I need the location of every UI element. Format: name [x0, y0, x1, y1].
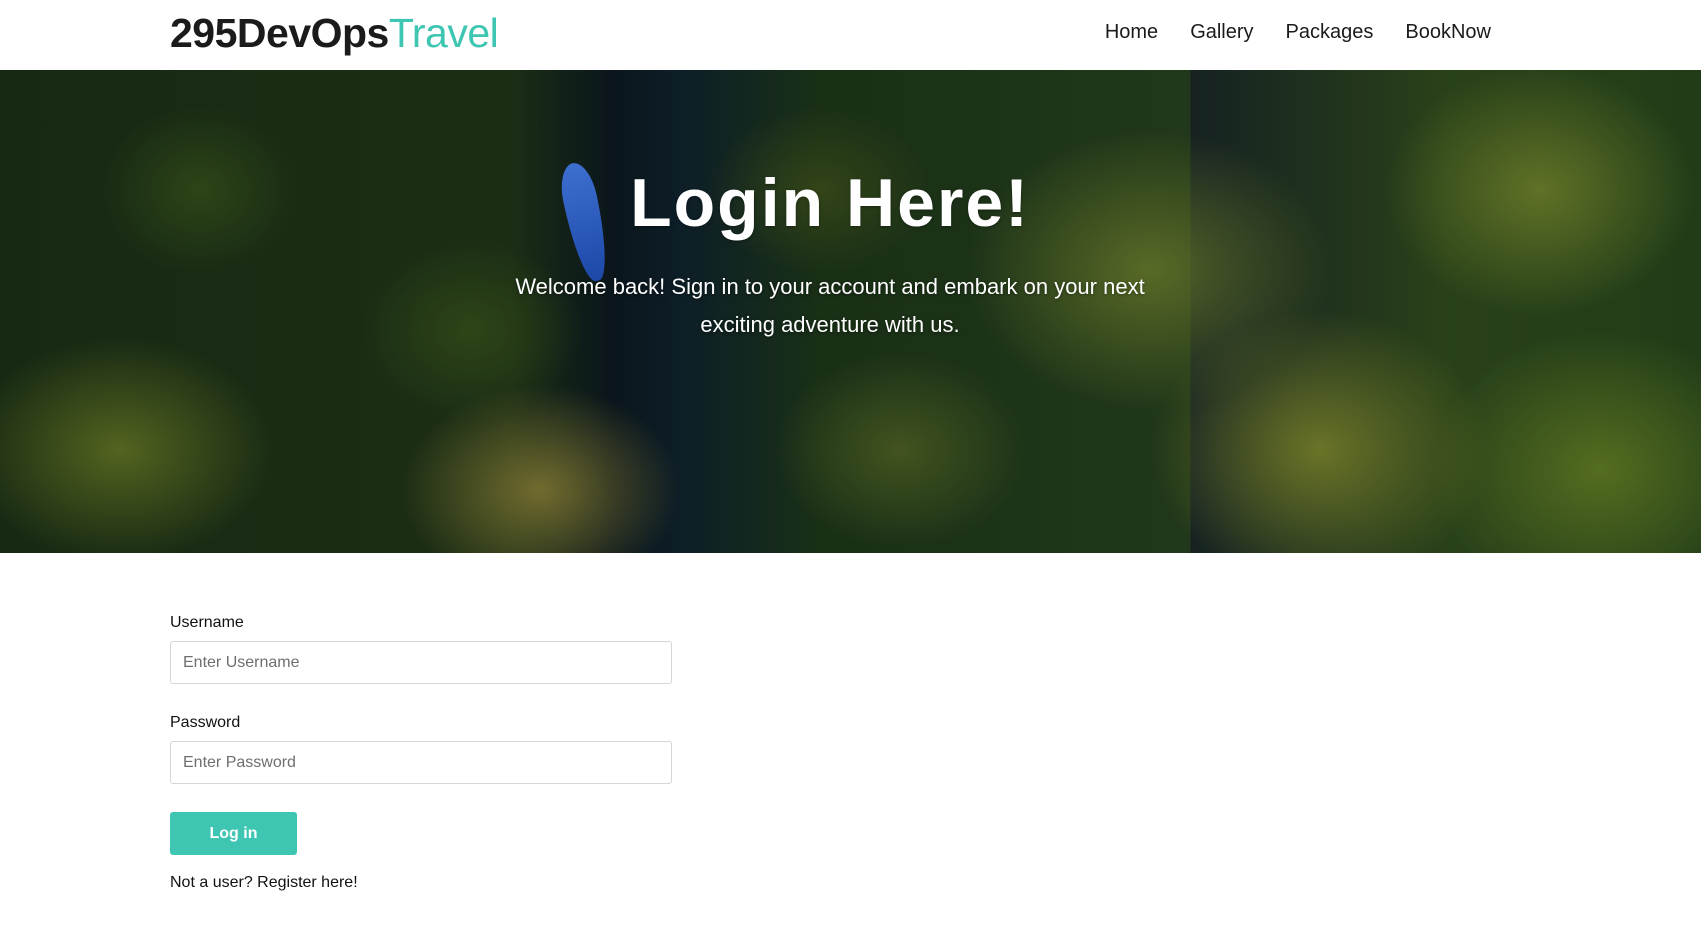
- register-link[interactable]: Not a user? Register here!: [170, 871, 672, 895]
- brand-name-main: 295DevOps: [170, 10, 389, 56]
- login-form: Username Password Log in Not a user? Reg…: [170, 611, 672, 895]
- brand-name-accent: Travel: [388, 10, 499, 56]
- nav-item-gallery[interactable]: Gallery: [1190, 18, 1253, 46]
- hero-banner: Login Here! Welcome back! Sign in to you…: [0, 70, 1701, 553]
- hero-subtitle: Welcome back! Sign in to your account an…: [515, 274, 1145, 337]
- main-nav: Home Gallery Packages BookNow: [1105, 18, 1491, 46]
- brand-logo[interactable]: 295DevOpsTravel: [170, 8, 499, 58]
- site-header: 295DevOpsTravel Home Gallery Packages Bo…: [0, 0, 1701, 70]
- username-input[interactable]: [170, 641, 672, 684]
- page-title: Login Here!: [630, 165, 1030, 241]
- nav-item-packages[interactable]: Packages: [1286, 18, 1374, 46]
- password-input[interactable]: [170, 741, 672, 784]
- password-label: Password: [170, 714, 241, 731]
- username-label: Username: [170, 614, 244, 631]
- username-field-group: Username: [170, 611, 672, 684]
- login-button[interactable]: Log in: [170, 812, 297, 855]
- nav-item-booknow[interactable]: BookNow: [1405, 18, 1491, 46]
- nav-item-home[interactable]: Home: [1105, 18, 1158, 46]
- password-field-group: Password: [170, 711, 672, 784]
